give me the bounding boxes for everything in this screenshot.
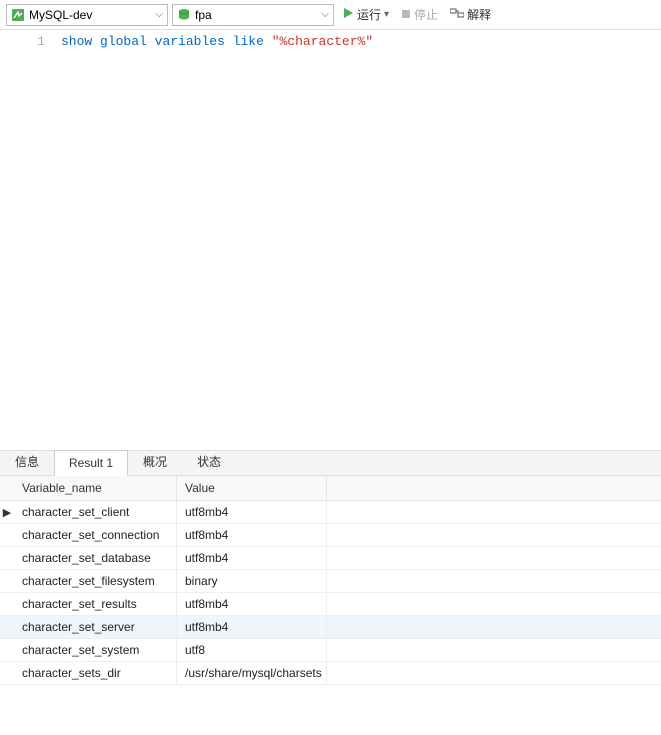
- cell-value[interactable]: utf8mb4: [177, 524, 327, 546]
- cell-variable-name[interactable]: character_sets_dir: [14, 662, 177, 684]
- row-marker: [0, 593, 14, 615]
- chevron-down-icon: ⌵: [149, 9, 163, 20]
- play-icon: [342, 7, 354, 22]
- cell-value[interactable]: utf8mb4: [177, 501, 327, 523]
- connection-icon: [11, 8, 25, 22]
- table-row[interactable]: character_sets_dir/usr/share/mysql/chars…: [0, 662, 661, 685]
- toolbar: MySQL-dev ⌵ fpa ⌵ 运行 ▾ 停止: [0, 0, 661, 30]
- keyword: variables: [155, 34, 225, 49]
- table-row[interactable]: character_set_serverutf8mb4: [0, 616, 661, 639]
- stop-icon: [401, 8, 411, 22]
- keyword: show: [61, 34, 92, 49]
- connection-dropdown[interactable]: MySQL-dev ⌵: [6, 4, 168, 26]
- row-marker: [0, 524, 14, 546]
- table-row[interactable]: character_set_connectionutf8mb4: [0, 524, 661, 547]
- column-header-value[interactable]: Value: [177, 476, 327, 500]
- cell-variable-name[interactable]: character_set_results: [14, 593, 177, 615]
- tab-profile[interactable]: 概况: [128, 447, 182, 476]
- line-number: 1: [0, 34, 45, 49]
- cell-value[interactable]: utf8: [177, 639, 327, 661]
- row-marker-header: [0, 476, 14, 500]
- run-label: 运行: [357, 6, 381, 23]
- results-grid: Variable_name Value ▶character_set_clien…: [0, 476, 661, 685]
- code-area[interactable]: show global variables like "%character%": [55, 30, 373, 450]
- cell-value[interactable]: binary: [177, 570, 327, 592]
- cell-variable-name[interactable]: character_set_system: [14, 639, 177, 661]
- row-marker: [0, 662, 14, 684]
- cell-variable-name[interactable]: character_set_connection: [14, 524, 177, 546]
- sql-editor[interactable]: 1 show global variables like "%character…: [0, 30, 661, 450]
- cell-value[interactable]: utf8mb4: [177, 593, 327, 615]
- result-tabs: 信息 Result 1 概况 状态: [0, 450, 661, 476]
- line-gutter: 1: [0, 30, 55, 450]
- database-icon: [177, 8, 191, 22]
- table-row[interactable]: ▶character_set_clientutf8mb4: [0, 501, 661, 524]
- row-marker: [0, 547, 14, 569]
- connection-label: MySQL-dev: [29, 8, 92, 22]
- tab-info[interactable]: 信息: [0, 447, 54, 476]
- row-marker: [0, 639, 14, 661]
- column-header-name[interactable]: Variable_name: [14, 476, 177, 500]
- run-button[interactable]: 运行 ▾: [338, 4, 393, 25]
- schema-dropdown[interactable]: fpa ⌵: [172, 4, 334, 26]
- stop-label: 停止: [414, 6, 438, 23]
- explain-icon: [450, 7, 464, 22]
- table-row[interactable]: character_set_databaseutf8mb4: [0, 547, 661, 570]
- cell-value[interactable]: utf8mb4: [177, 616, 327, 638]
- table-row[interactable]: character_set_resultsutf8mb4: [0, 593, 661, 616]
- cell-value[interactable]: /usr/share/mysql/charsets: [177, 662, 327, 684]
- stop-button: 停止: [397, 4, 442, 25]
- explain-button[interactable]: 解释: [446, 4, 495, 25]
- schema-label: fpa: [195, 8, 212, 22]
- explain-label: 解释: [467, 6, 491, 23]
- keyword: global: [100, 34, 147, 49]
- results-header: Variable_name Value: [0, 476, 661, 501]
- table-row[interactable]: character_set_filesystembinary: [0, 570, 661, 593]
- string-literal: "%character%": [272, 34, 373, 49]
- table-row[interactable]: character_set_systemutf8: [0, 639, 661, 662]
- row-marker: [0, 570, 14, 592]
- cell-variable-name[interactable]: character_set_server: [14, 616, 177, 638]
- cell-value[interactable]: utf8mb4: [177, 547, 327, 569]
- cell-variable-name[interactable]: character_set_database: [14, 547, 177, 569]
- row-marker: [0, 616, 14, 638]
- keyword: like: [233, 34, 264, 49]
- chevron-down-icon: ⌵: [315, 9, 329, 20]
- tab-result-1[interactable]: Result 1: [54, 450, 128, 476]
- cell-variable-name[interactable]: character_set_client: [14, 501, 177, 523]
- dropdown-arrow-icon: ▾: [384, 9, 389, 20]
- tab-status[interactable]: 状态: [182, 447, 236, 476]
- cell-variable-name[interactable]: character_set_filesystem: [14, 570, 177, 592]
- row-marker: ▶: [0, 501, 14, 523]
